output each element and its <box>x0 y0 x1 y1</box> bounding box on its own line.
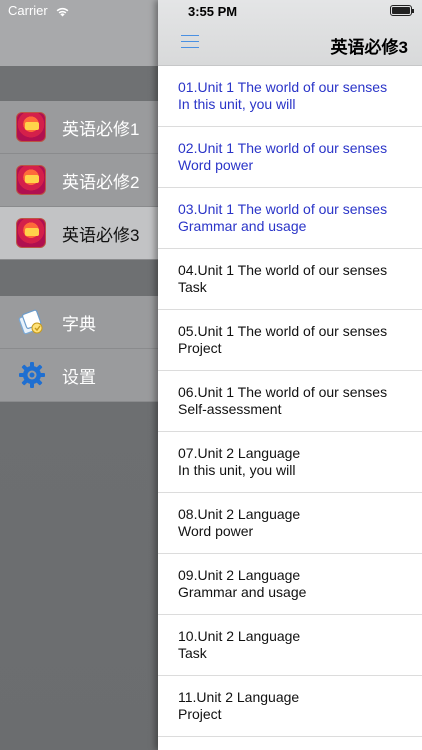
dictionary-icon <box>18 309 43 335</box>
lesson-subtitle: Grammar and usage <box>178 584 307 600</box>
lesson-subtitle: Grammar and usage <box>178 218 307 234</box>
nav-bar: 3:55 PM 英语必修3 <box>158 0 422 66</box>
lesson-title: 03.Unit 1 The world of our senses <box>178 201 388 217</box>
page-title: 英语必修3 <box>330 38 408 57</box>
lesson-subtitle: Self-assessment <box>178 401 282 417</box>
lesson-title: 11.Unit 2 Language <box>178 689 300 705</box>
lesson-title: 02.Unit 1 The world of our senses <box>178 140 388 156</box>
tool-list: 字典 设置 <box>0 296 160 402</box>
book-item-label: 英语必修3 <box>62 225 140 245</box>
hamburger-menu-button[interactable] <box>181 35 199 51</box>
lesson-row[interactable]: 10.Unit 2 Language Task <box>158 615 422 676</box>
lesson-subtitle: Word power <box>178 157 254 173</box>
dictionary-label: 字典 <box>62 314 96 334</box>
lesson-subtitle: Word power <box>178 523 254 539</box>
book-cover-icon <box>16 112 46 142</box>
lesson-row[interactable]: 07.Unit 2 Language In this unit, you will <box>158 432 422 493</box>
lesson-row[interactable]: 06.Unit 1 The world of our senses Self-as… <box>158 371 422 432</box>
lesson-row[interactable]: 01.Unit 1 The world of our senses In this… <box>158 66 422 127</box>
lesson-row[interactable]: 04.Unit 1 The world of our senses Task <box>158 249 422 310</box>
lesson-title: 07.Unit 2 Language <box>178 445 301 461</box>
lesson-subtitle: In this unit, you will <box>178 462 296 478</box>
lesson-subtitle: Task <box>178 279 207 295</box>
wifi-icon <box>56 7 69 17</box>
book-cover-icon <box>16 165 46 195</box>
lesson-row[interactable]: 05.Unit 1 The world of our senses Project <box>158 310 422 371</box>
lesson-subtitle: Task <box>178 645 207 661</box>
hamburger-icon-line <box>181 41 199 42</box>
lesson-subtitle: In this unit, you will <box>178 96 296 112</box>
status-bar-left: Carrier <box>0 0 160 22</box>
book-item-2[interactable]: 英语必修2 <box>0 154 160 207</box>
lesson-panel: 3:55 PM 英语必修3 01.Unit 1 The world of our… <box>158 0 422 750</box>
lesson-title: 05.Unit 1 The world of our senses <box>178 323 388 339</box>
lesson-title: 06.Unit 1 The world of our senses <box>178 384 388 400</box>
lesson-list: 01.Unit 1 The world of our senses In this… <box>158 66 422 737</box>
lesson-row[interactable]: 09.Unit 2 Language Grammar and usage <box>158 554 422 615</box>
lesson-row[interactable]: 03.Unit 1 The world of our senses Grammar… <box>158 188 422 249</box>
book-item-3[interactable]: 英语必修3 <box>0 207 160 260</box>
settings-label: 设置 <box>62 367 96 387</box>
book-item-label: 英语必修2 <box>62 172 140 192</box>
battery-icon <box>390 5 414 16</box>
lesson-subtitle: Project <box>178 706 222 722</box>
lesson-title: 04.Unit 1 The world of our senses <box>178 262 388 278</box>
lesson-title: 01.Unit 1 The world of our senses <box>178 79 388 95</box>
lesson-row[interactable]: 11.Unit 2 Language Project <box>158 676 422 737</box>
lesson-title: 09.Unit 2 Language <box>178 567 301 583</box>
lesson-subtitle: Project <box>178 340 222 356</box>
book-cover-icon <box>16 218 46 248</box>
gear-icon <box>19 362 45 388</box>
hamburger-icon-line <box>181 47 199 48</box>
status-time: 3:55 PM <box>188 4 238 19</box>
carrier-label: Carrier <box>8 3 48 18</box>
book-item-1[interactable]: 英语必修1 <box>0 101 160 154</box>
lesson-title: 10.Unit 2 Language <box>178 628 301 644</box>
lesson-row[interactable]: 08.Unit 2 Language Word power <box>158 493 422 554</box>
dictionary-item[interactable]: 字典 <box>0 296 160 349</box>
book-list: 英语必修1 英语必修2 英语必修3 <box>0 101 160 260</box>
lesson-row[interactable]: 02.Unit 1 The world of our senses Word po… <box>158 127 422 188</box>
book-item-label: 英语必修1 <box>62 119 140 139</box>
hamburger-icon <box>181 35 199 36</box>
lesson-title: 08.Unit 2 Language <box>178 506 301 522</box>
settings-item[interactable]: 设置 <box>0 349 160 402</box>
side-menu: Carrier 英语必修1 英语必修2 英语必修3 字典 设置 <box>0 0 160 750</box>
